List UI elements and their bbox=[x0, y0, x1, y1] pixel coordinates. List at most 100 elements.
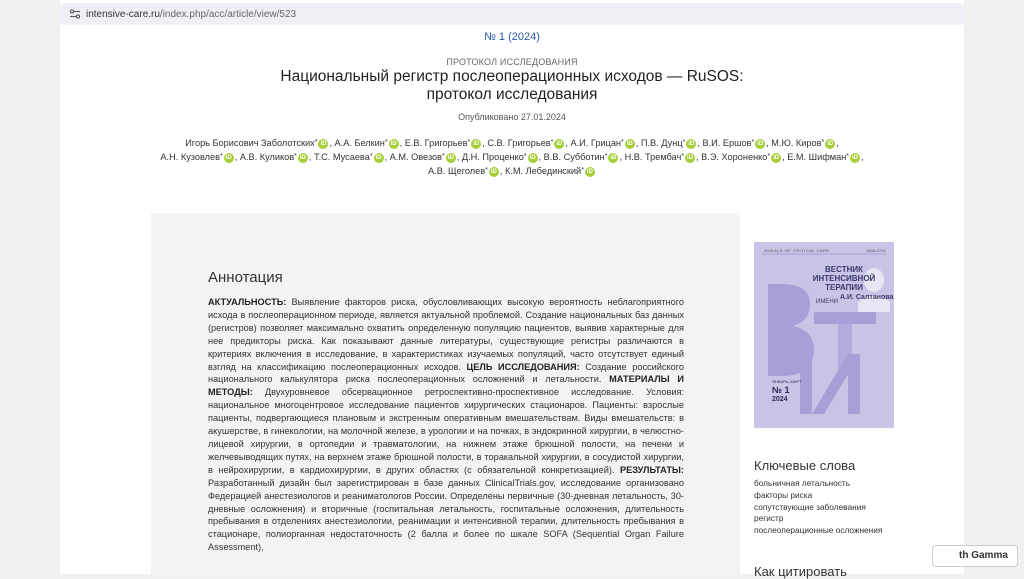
tune-icon[interactable] bbox=[64, 3, 86, 25]
cover-journal-name: ВЕСТНИК ИНТЕНСИВНОЙ ТЕРАПИИ bbox=[812, 265, 876, 292]
asterisk: * bbox=[581, 167, 584, 174]
orcid-icon[interactable]: iD bbox=[373, 152, 384, 163]
keyword-item: сопутствующие заболевания bbox=[754, 501, 866, 512]
orcid-icon[interactable]: iD bbox=[388, 138, 399, 149]
keyword-item: послеоперационные осложнения bbox=[754, 525, 883, 536]
author-item: А.Н. Кузовлев* iD bbox=[160, 152, 234, 163]
orcid-icon[interactable]: iD bbox=[755, 138, 766, 149]
orcid-icon[interactable]: iD bbox=[686, 138, 697, 149]
author-name: В.И. Ершов bbox=[702, 138, 752, 148]
author-name: А.В. Щеголев bbox=[428, 166, 486, 176]
asterisk: * bbox=[821, 139, 825, 146]
results-label: РЕЗУЛЬТАТЫ: bbox=[619, 464, 684, 475]
cover-eng-title: ANNALS OF CRITICAL CARE bbox=[764, 248, 830, 253]
author-item: П.В. Дунц* iD bbox=[640, 138, 697, 149]
asterisk: * bbox=[220, 153, 223, 160]
orcid-icon[interactable]: iD bbox=[584, 166, 595, 177]
authors-list: Игорь Борисович Заболотских* iD, А.А. Бел… bbox=[160, 138, 864, 177]
author-item: С.В. Григорьев* iD bbox=[487, 138, 565, 149]
orcid-icon[interactable]: iD bbox=[223, 152, 234, 163]
keywords-heading: Ключевые слова bbox=[754, 458, 856, 473]
author-name: Игорь Борисович Заболотских bbox=[185, 138, 315, 148]
gamma-badge[interactable]: th Gamma bbox=[932, 545, 1018, 567]
keyword-item: регистр bbox=[754, 513, 784, 524]
address-bar[interactable]: intensive-care.ru/index.php/acc/article/… bbox=[60, 3, 964, 25]
author-item: Е.В. Григорьев* iD bbox=[404, 138, 483, 149]
author-item: А.И. Грицан* iD bbox=[570, 138, 635, 149]
relevance-text: Выявление факторов риска, обусловливающи… bbox=[208, 297, 684, 372]
asterisk: * bbox=[846, 153, 850, 160]
author-name: Е.В. Григорьев bbox=[404, 138, 468, 148]
issue-link[interactable]: № 1 (2024) bbox=[0, 31, 1024, 43]
author-name: А.В. Куликов bbox=[239, 152, 295, 162]
url-host: intensive-care.ru bbox=[86, 8, 160, 20]
author-item: Д.Н. Проценко* iD bbox=[462, 152, 539, 163]
asterisk: * bbox=[550, 139, 554, 146]
cover-named-person: А.И. Салтанова bbox=[840, 294, 894, 301]
author-name: К.М. Лебединский bbox=[504, 166, 582, 176]
author-name: П.В. Дунц bbox=[640, 138, 683, 148]
orcid-icon[interactable]: iD bbox=[297, 152, 308, 163]
author-name: А.М. Овезов bbox=[389, 152, 443, 162]
orcid-icon[interactable]: iD bbox=[771, 152, 782, 163]
results-text: Разработанный дизайн был зарегистрирован… bbox=[208, 477, 684, 553]
keyword-item: больничная летальность bbox=[754, 478, 851, 488]
author-name: Е.М. Шифман bbox=[787, 152, 847, 162]
url-text[interactable]: intensive-care.ru/index.php/acc/article/… bbox=[86, 9, 296, 20]
cover-issn: 1818-474X bbox=[866, 248, 886, 253]
asterisk: * bbox=[767, 153, 771, 160]
author-name: А.И. Грицан bbox=[570, 138, 622, 148]
asterisk: * bbox=[523, 153, 527, 160]
author-item: В.И. Ершов* iD bbox=[702, 138, 766, 149]
asterisk: * bbox=[467, 139, 471, 146]
orcid-icon[interactable]: iD bbox=[608, 152, 619, 163]
article-title: Национальный регистр послеоперационных и… bbox=[280, 68, 744, 103]
orcid-icon[interactable]: iD bbox=[445, 152, 456, 163]
section-label: ПРОТОКОЛ ИССЛЕДОВАНИЯ bbox=[446, 57, 578, 67]
asterisk: * bbox=[485, 167, 488, 174]
author-item: А.А. Белкин* iD bbox=[335, 138, 400, 149]
keyword-item: факторы риска bbox=[754, 489, 813, 500]
cover-year: 2024 bbox=[772, 396, 788, 403]
orcid-icon[interactable]: iD bbox=[471, 138, 482, 149]
cover-number: № 1 bbox=[772, 385, 790, 395]
asterisk: * bbox=[751, 139, 755, 146]
author-item: Игорь Борисович Заболотских* iD bbox=[185, 138, 329, 149]
journal-cover[interactable]: ANNALS OF CRITICAL CARE 1818-474X ВЕСТНИ… bbox=[754, 242, 894, 428]
author-name: Н.В. Трембач bbox=[624, 152, 682, 162]
orcid-icon[interactable]: iD bbox=[318, 138, 329, 149]
goal-label: ЦЕЛЬ ИССЛЕДОВАНИЯ: bbox=[466, 361, 580, 372]
url-path: /index.php/acc/article/view/523 bbox=[159, 8, 297, 20]
cover-period: ЯНВАРЬ–МАРТ bbox=[772, 379, 802, 384]
asterisk: * bbox=[369, 153, 373, 160]
author-name: Т.С. Мусаева bbox=[313, 152, 370, 162]
asterisk: * bbox=[294, 153, 297, 160]
author-item: М.Ю. Киров* iD bbox=[771, 138, 836, 149]
author-item: В.В. Субботин* iD bbox=[543, 152, 620, 163]
author-name: В.В. Субботин bbox=[543, 152, 605, 162]
issue-label[interactable]: № 1 (2024) bbox=[484, 31, 540, 43]
orcid-icon[interactable]: iD bbox=[685, 152, 696, 163]
cite-heading: Как цитировать bbox=[754, 564, 847, 579]
published-date: Опубликовано 27.01.2024 bbox=[458, 112, 566, 122]
methods-text: Двухуровневое обсервационное ретроспекти… bbox=[208, 387, 684, 475]
orcid-icon[interactable]: iD bbox=[554, 138, 565, 149]
orcid-icon[interactable]: iD bbox=[624, 138, 635, 149]
orcid-icon[interactable]: iD bbox=[825, 138, 836, 149]
asterisk: * bbox=[682, 139, 686, 146]
asterisk: * bbox=[621, 139, 624, 146]
author-name: В.Э. Хороненко bbox=[701, 152, 768, 162]
abstract-heading: Аннотация bbox=[208, 269, 283, 286]
relevance-label: АКТУАЛЬНОСТЬ: bbox=[208, 297, 287, 307]
asterisk: * bbox=[681, 153, 685, 160]
orcid-icon[interactable]: iD bbox=[488, 166, 499, 177]
author-item: А.В. Щеголев* iD bbox=[428, 166, 500, 177]
orcid-icon[interactable]: iD bbox=[850, 152, 861, 163]
author-item: Е.М. Шифман* iD bbox=[787, 152, 861, 163]
author-name: А.Н. Кузовлев bbox=[160, 152, 221, 162]
asterisk: * bbox=[604, 153, 608, 160]
orcid-icon[interactable]: iD bbox=[527, 152, 538, 163]
author-item: А.М. Овезов* iD bbox=[389, 152, 457, 163]
asterisk: * bbox=[442, 153, 445, 160]
cover-named: ИМЕНИ bbox=[816, 299, 838, 305]
